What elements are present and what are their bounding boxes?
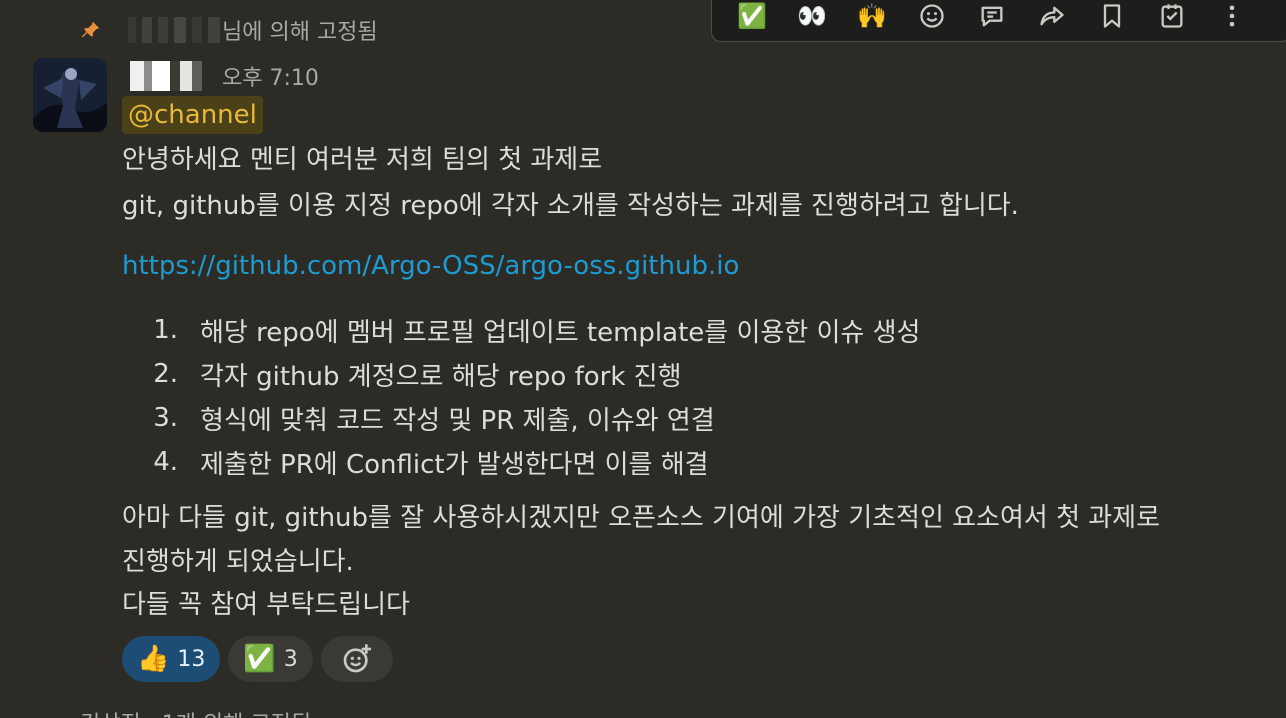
reactions-bar: 👍 13 ✅ 3 <box>122 636 393 682</box>
bookmark-icon[interactable] <box>1082 0 1142 36</box>
more-icon[interactable] <box>1202 0 1262 36</box>
check-mark-icon: ✅ <box>243 644 276 674</box>
quick-reaction-check[interactable]: ✅ <box>722 0 782 36</box>
reaction-count: 3 <box>283 646 298 672</box>
message-line-2: git, github를 이용 지정 repo에 각자 소개를 작성하는 과제를… <box>122 191 1019 221</box>
avatar[interactable] <box>33 58 107 132</box>
next-message-peek: 김상진 · 1개 의해 고정됨 <box>80 706 311 718</box>
list-item: 1. 해당 repo에 멤버 프로필 업데이트 template를 이용한 이슈… <box>122 308 920 352</box>
message-header: 오후 7:10 <box>122 56 319 96</box>
slack-message-view: 님에 의해 고정됨 ✅ 👀 🙌 오후 7:10 @channel 안녕하세요 멘… <box>0 0 1286 718</box>
quick-reaction-eyes[interactable]: 👀 <box>782 0 842 36</box>
list-item: 4. 제출한 PR에 Conflict가 발생한다면 이를 해결 <box>122 440 920 484</box>
reaction-check-mark[interactable]: ✅ 3 <box>228 636 313 682</box>
list-number: 1. <box>153 315 178 345</box>
pinned-by-user-redacted <box>128 17 220 43</box>
pinned-by-text: 님에 의해 고정됨 <box>222 20 378 45</box>
list-text: 형식에 맞춰 코드 작성 및 PR 제출, 이슈와 연결 <box>200 405 715 436</box>
add-emoji-icon <box>343 644 371 673</box>
add-reaction-button[interactable] <box>320 636 393 682</box>
message-actions-toolbar: ✅ 👀 🙌 <box>711 0 1286 42</box>
message-paragraph-1: 아마 다들 git, github를 잘 사용하시겠지만 오픈소스 기여에 가장… <box>122 503 1161 533</box>
message-timestamp[interactable]: 오후 7:10 <box>222 60 319 92</box>
message-paragraph-3: 다들 꼭 참여 부탁드립니다 <box>122 590 410 620</box>
pinned-indicator: 님에 의해 고정됨 <box>80 12 378 48</box>
thumbs-up-icon: 👍 <box>137 644 170 674</box>
reaction-count: 13 <box>177 646 206 672</box>
task-list: 1. 해당 repo에 멤버 프로필 업데이트 template를 이용한 이슈… <box>122 308 920 484</box>
channel-mention[interactable]: @channel <box>122 96 263 134</box>
message-paragraph-2: 진행하게 되었습니다. <box>122 547 354 577</box>
message-line-1: 안녕하세요 멘티 여러분 저희 팀의 첫 과제로 <box>122 145 603 175</box>
list-text: 각자 github 계정으로 해당 repo fork 진행 <box>200 361 682 392</box>
list-item: 2. 각자 github 계정으로 해당 repo fork 진행 <box>122 352 920 396</box>
list-number: 2. <box>153 359 178 389</box>
list-item: 3. 형식에 맞춰 코드 작성 및 PR 제출, 이슈와 연결 <box>122 396 920 440</box>
list-number: 3. <box>153 403 178 433</box>
list-text: 해당 repo에 멤버 프로필 업데이트 template를 이용한 이슈 생성 <box>200 317 921 348</box>
share-icon[interactable] <box>1022 0 1082 36</box>
reminder-icon[interactable] <box>1142 0 1202 36</box>
list-text: 제출한 PR에 Conflict가 발생한다면 이를 해결 <box>200 449 709 480</box>
list-number: 4. <box>153 447 178 477</box>
add-reaction-icon[interactable] <box>902 0 962 36</box>
quick-reaction-raised-hands[interactable]: 🙌 <box>842 0 902 36</box>
author-name-redacted[interactable] <box>122 61 214 91</box>
pin-icon <box>80 19 102 41</box>
reaction-thumbs-up[interactable]: 👍 13 <box>122 636 221 682</box>
repo-link[interactable]: https://github.com/Argo-OSS/argo-oss.git… <box>122 250 739 282</box>
reply-thread-icon[interactable] <box>962 0 1022 36</box>
